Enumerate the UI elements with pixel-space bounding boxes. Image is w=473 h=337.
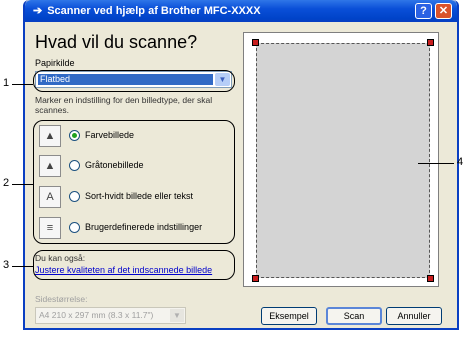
crop-handle-top-right[interactable] <box>427 39 434 46</box>
scan-preview-pane[interactable] <box>243 32 439 287</box>
close-button[interactable]: ✕ <box>435 3 452 19</box>
callout-3-leader <box>12 266 33 267</box>
crop-handle-top-left[interactable] <box>252 39 259 46</box>
callout-1: 1 <box>3 77 10 89</box>
scan-button[interactable]: Scan <box>326 307 382 325</box>
paper-source-label: Papirkilde <box>35 58 75 68</box>
page-size-select[interactable]: A4 210 x 297 mm (8.3 x 11.7") ▼ <box>35 307 186 324</box>
callout-bracket-2 <box>33 120 235 244</box>
title-bar: ➔ Scanner ved hjælp af Brother MFC-XXXX ?… <box>25 0 457 22</box>
callout-1-leader <box>12 84 33 85</box>
crop-handle-bottom-left[interactable] <box>252 275 259 282</box>
page-size-label: Sidestørrelse: <box>35 294 88 304</box>
page-title: Hvad vil du scanne? <box>35 32 198 52</box>
callout-2: 2 <box>3 177 10 189</box>
image-type-description: Marker en indstilling for den billedtype… <box>35 95 213 115</box>
scanner-arrow-icon: ➔ <box>33 5 43 17</box>
callout-bracket-1 <box>33 70 235 92</box>
callout-3: 3 <box>3 259 10 271</box>
scan-area[interactable] <box>252 39 434 282</box>
callout-2-leader <box>12 184 33 185</box>
crop-handle-bottom-right[interactable] <box>427 275 434 282</box>
chevron-down-icon[interactable]: ▼ <box>170 309 184 322</box>
help-button[interactable]: ? <box>415 3 432 19</box>
window-title: Scanner ved hjælp af Brother MFC-XXXX <box>47 5 261 17</box>
preview-button[interactable]: Eksempel <box>261 307 317 325</box>
callout-4: 4 <box>457 156 464 168</box>
callout-bracket-3 <box>33 250 235 280</box>
page-size-value: A4 210 x 297 mm (8.3 x 11.7") <box>39 310 154 320</box>
callout-4-leader <box>418 163 454 164</box>
cancel-button[interactable]: Annuller <box>386 307 442 325</box>
